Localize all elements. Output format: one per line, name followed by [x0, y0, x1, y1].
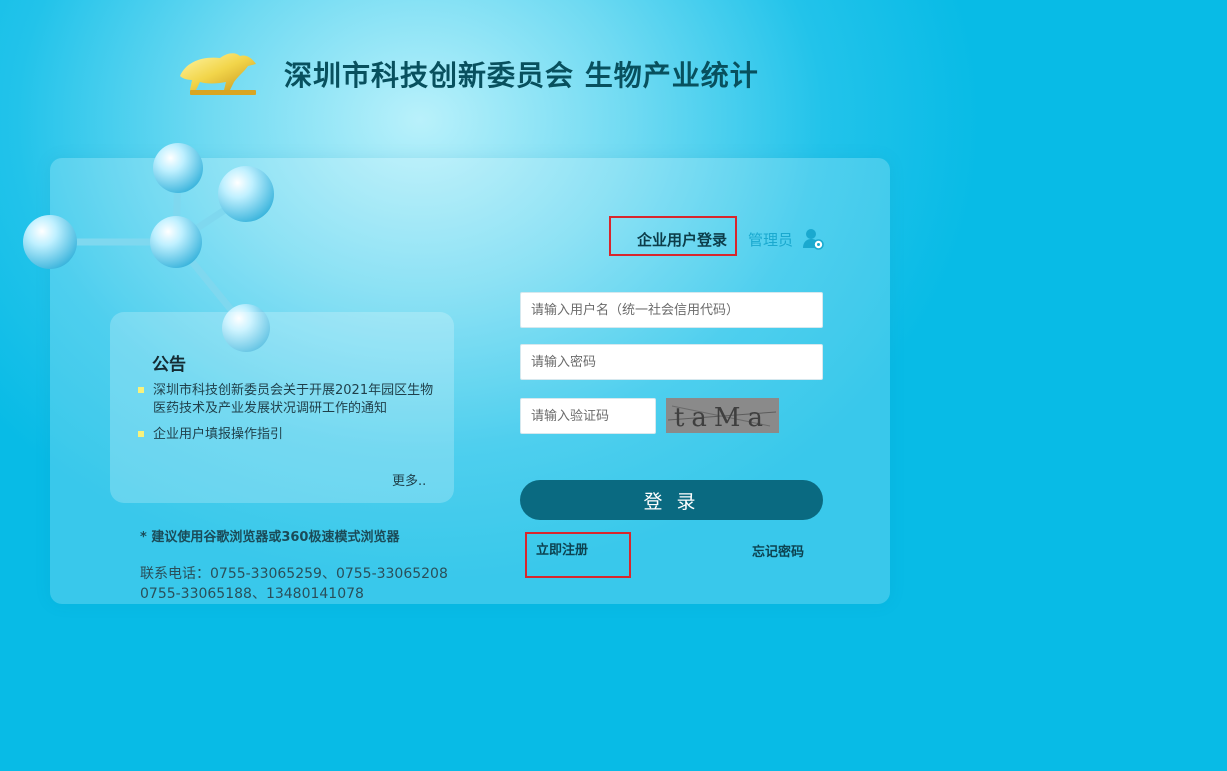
contact-phone-line-2: 0755-33065188、13480141078	[140, 586, 364, 602]
notice-list: 深圳市科技创新委员会关于开展2021年园区生物医药技术及产业发展状况调研工作的通…	[138, 382, 438, 452]
user-settings-icon[interactable]	[802, 228, 824, 250]
notice-item-label: 深圳市科技创新委员会关于开展2021年园区生物医药技术及产业发展状况调研工作的通…	[153, 383, 434, 416]
username-input[interactable]	[520, 292, 823, 328]
site-header: 深圳市科技创新委员会 生物产业统计	[176, 44, 816, 104]
tab-admin-login[interactable]: 管理员	[748, 229, 793, 250]
browser-tip: * 建议使用谷歌浏览器或360极速模式浏览器	[140, 530, 400, 545]
register-link[interactable]: 立即注册	[525, 532, 631, 578]
captcha-text: taMa	[674, 403, 770, 433]
tab-enterprise-login[interactable]: 企业用户登录	[609, 216, 737, 256]
forgot-password-link[interactable]: 忘记密码	[752, 541, 804, 560]
contact-phone-line-1: 联系电话：0755-33065259、0755-33065208	[140, 566, 448, 582]
bullet-square-icon	[138, 431, 144, 437]
captcha-image[interactable]: taMa	[666, 398, 779, 433]
notice-item-guide[interactable]: 企业用户填报操作指引	[138, 426, 438, 444]
notice-more-link[interactable]: 更多..	[392, 470, 426, 489]
bullet-square-icon	[138, 387, 144, 393]
golden-bull-logo-icon	[180, 53, 256, 95]
site-title: 深圳市科技创新委员会 生物产业统计	[284, 59, 759, 92]
password-input[interactable]	[520, 344, 823, 380]
notice-board: 公告 深圳市科技创新委员会关于开展2021年园区生物医药技术及产业发展状况调研工…	[110, 312, 454, 503]
captcha-input[interactable]	[520, 398, 656, 434]
notice-title: 公告	[152, 355, 186, 375]
notice-item-label: 企业用户填报操作指引	[153, 427, 284, 442]
notice-item-survey[interactable]: 深圳市科技创新委员会关于开展2021年园区生物医药技术及产业发展状况调研工作的通…	[138, 382, 438, 418]
login-button[interactable]: 登 录	[520, 480, 823, 520]
